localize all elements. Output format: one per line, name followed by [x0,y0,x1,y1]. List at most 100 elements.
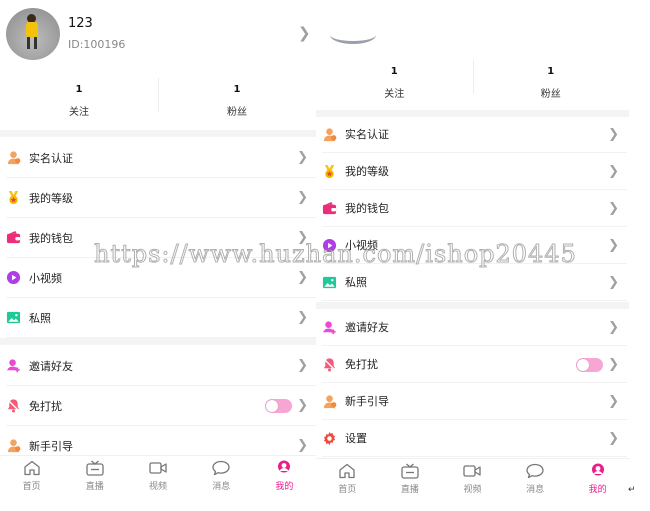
chevron-right-icon: ❯ [297,230,308,245]
tab-video-camera[interactable]: 视频 [441,459,504,500]
menu-item-label: 新手引导 [345,395,389,408]
chevron-right-icon: ❯ [297,150,308,165]
tab-label: 消息 [212,482,231,492]
menu-group-more: 邀请好友 ❯ 免打扰 ❯ 新手引导 ❯ 设置 ❯ [322,309,627,457]
menu-item-wallet[interactable]: 我的钱包 ❯ [6,218,316,258]
tab-tv[interactable]: 直播 [379,459,442,500]
menu-item-label: 实名认证 [29,151,73,165]
wallet-icon [6,230,21,245]
menu-item-label: 我的钱包 [29,231,73,245]
tab-video-camera[interactable]: 视频 [126,456,189,499]
medal-icon [322,164,337,179]
tab-label: 消息 [526,485,545,495]
stat-following[interactable]: 1 关注 [0,84,158,118]
tab-label: 视频 [149,482,168,492]
guide-person-icon [6,438,21,453]
do-not-disturb-toggle[interactable] [265,399,292,413]
tab-label: 直播 [85,482,104,492]
menu-item-label: 新手引导 [29,439,73,453]
chat-bubble-icon [211,460,231,476]
chevron-right-icon: ❯ [608,237,619,253]
menu-item-image[interactable]: 私照 ❯ [322,264,627,301]
chevron-right-icon: ❯ [608,319,619,335]
followers-label: 粉丝 [540,89,561,100]
following-count: 1 [390,66,398,77]
profile-icon [274,460,294,476]
tab-home[interactable]: 首页 [316,459,379,500]
stat-followers[interactable]: 1 粉丝 [472,60,630,100]
menu-item-bell-mute[interactable]: 免打扰 ❯ [6,386,316,426]
left-screen: 123 ID:100196 ❯ 1 关注 1 粉丝 实名认证 ❯ 我的等级 ❯ 我的钱包… [0,0,316,511]
menu-item-label: 实名认证 [345,128,389,141]
menu-group-account: 实名认证 ❯ 我的等级 ❯ 我的钱包 ❯ 小视频 ❯ 私照 ❯ [6,138,316,338]
avatar[interactable] [6,8,60,60]
tab-chat-bubble[interactable]: 消息 [190,456,253,499]
menu-item-bell-mute[interactable]: 免打扰 ❯ [322,346,627,383]
bell-mute-icon [322,357,337,372]
menu-item-invite-friend[interactable]: 邀请好友 ❯ [6,346,316,386]
chevron-right-icon: ❯ [608,430,619,446]
tab-label: 直播 [400,485,419,495]
tv-icon [400,463,420,479]
tab-profile[interactable]: 我的 [566,459,629,500]
menu-item-gear[interactable]: 设置 ❯ [322,420,627,457]
gear-icon [322,431,337,446]
menu-item-guide-person[interactable]: 新手引导 ❯ [322,383,627,420]
avatar[interactable] [330,26,376,44]
invite-friend-icon [322,320,337,335]
menu-item-label: 邀请好友 [345,321,389,334]
menu-item-wallet[interactable]: 我的钱包 ❯ [322,190,627,227]
menu-item-verify-person[interactable]: 实名认证 ❯ [322,116,627,153]
image-icon [6,310,21,325]
chat-bubble-icon [525,463,545,479]
menu-item-play-circle[interactable]: 小视频 ❯ [6,258,316,298]
menu-item-label: 我的钱包 [345,202,389,215]
home-icon [22,460,42,476]
stats-bar: 1 关注 1 粉丝 [316,60,630,100]
menu-item-verify-person[interactable]: 实名认证 ❯ [6,138,316,178]
return-mark: ↵ [628,485,636,495]
menu-item-label: 设置 [345,432,367,445]
video-camera-icon [462,463,482,479]
menu-item-label: 小视频 [29,271,62,285]
following-count: 1 [75,84,83,95]
menu-item-label: 私照 [29,311,51,325]
profile-header[interactable]: 123 ID:100196 ❯ [0,0,316,72]
chevron-right-icon: ❯ [297,190,308,205]
play-circle-icon [322,238,337,253]
right-screen: 1 关注 1 粉丝 实名认证 ❯ 我的等级 ❯ 我的钱包 ❯ 小视频 ❯ 私照 ❯ 邀请好友 ❯ 免打… [316,0,629,511]
medal-icon [6,190,21,205]
chevron-right-icon: ❯ [297,358,308,373]
menu-item-medal[interactable]: 我的等级 ❯ [322,153,627,190]
user-id: ID:100196 [68,38,126,51]
followers-count: 1 [233,84,241,95]
tab-chat-bubble[interactable]: 消息 [504,459,567,500]
chevron-right-icon: ❯ [297,270,308,285]
menu-group-more: 邀请好友 ❯ 免打扰 ❯ 新手引导 ❯ [6,346,316,466]
image-icon [322,275,337,290]
wallet-icon [322,201,337,216]
stat-followers[interactable]: 1 粉丝 [158,78,316,118]
menu-item-invite-friend[interactable]: 邀请好友 ❯ [322,309,627,346]
tab-tv[interactable]: 直播 [63,456,126,499]
menu-item-medal[interactable]: 我的等级 ❯ [6,178,316,218]
invite-friend-icon [6,358,21,373]
tab-profile[interactable]: 我的 [253,456,316,499]
do-not-disturb-toggle[interactable] [576,357,603,372]
menu-group-account: 实名认证 ❯ 我的等级 ❯ 我的钱包 ❯ 小视频 ❯ 私照 ❯ [322,116,627,301]
following-label: 关注 [384,89,405,100]
tab-home[interactable]: 首页 [0,456,63,499]
video-camera-icon [148,460,168,476]
chevron-right-icon[interactable]: ❯ [298,24,311,42]
menu-item-label: 免打扰 [345,358,378,371]
bottom-tab-bar: 首页 直播 视频 消息 我的 [0,455,316,499]
tab-label: 首页 [338,485,357,495]
verify-person-icon [6,150,21,165]
stat-following[interactable]: 1 关注 [316,66,473,100]
menu-item-play-circle[interactable]: 小视频 ❯ [322,227,627,264]
bell-mute-icon [6,398,21,413]
chevron-right-icon: ❯ [608,274,619,290]
menu-item-image[interactable]: 私照 ❯ [6,298,316,338]
chevron-right-icon: ❯ [297,438,308,453]
chevron-right-icon: ❯ [608,200,619,216]
